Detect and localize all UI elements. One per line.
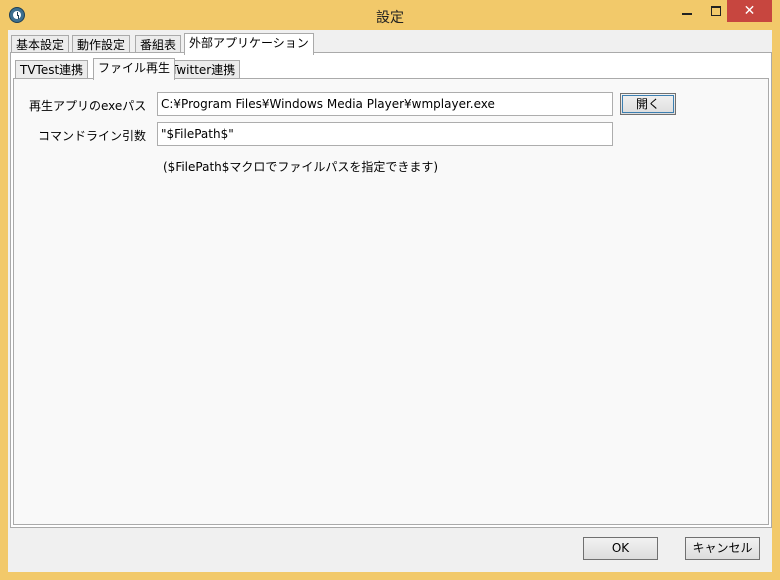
- minimize-icon: [682, 13, 692, 15]
- subtab-tvtest[interactable]: TVTest連携: [15, 60, 89, 78]
- maximize-button[interactable]: [703, 0, 729, 22]
- exe-path-label: 再生アプリのexeパス: [29, 99, 147, 113]
- subtab-file-playback[interactable]: ファイル再生: [93, 58, 176, 80]
- ok-button[interactable]: OK: [583, 537, 658, 560]
- tab-external-apps[interactable]: 外部アプリケーション: [184, 33, 314, 55]
- maximize-icon: [711, 6, 721, 16]
- tab-behavior-settings[interactable]: 動作設定: [72, 35, 131, 53]
- external-apps-panel: TVTest連携 ファイル再生 Twitter連携 再生アプリのexeパス C:…: [10, 52, 772, 528]
- file-playback-panel: 再生アプリのexeパス C:¥Program Files¥Windows Med…: [13, 78, 769, 525]
- client-area: 基本設定 動作設定 番組表 外部アプリケーション TVTest連携 ファイル再生…: [8, 30, 772, 572]
- tab-basic-settings[interactable]: 基本設定: [11, 35, 70, 53]
- subtab-twitter[interactable]: Twitter連携: [166, 60, 241, 78]
- args-label: コマンドライン引数: [38, 129, 147, 143]
- args-input[interactable]: "$FilePath$": [157, 122, 613, 146]
- open-button[interactable]: 開く: [620, 93, 676, 115]
- title-bar: 設定 ✕: [0, 0, 780, 30]
- minimize-button[interactable]: [674, 0, 700, 22]
- close-icon: ✕: [743, 3, 756, 19]
- tab-program-guide[interactable]: 番組表: [135, 35, 182, 53]
- settings-window: 設定 ✕ 基本設定 動作設定 番組表 外部アプリケーション TVTest連携 フ…: [0, 0, 780, 580]
- window-title: 設定: [376, 10, 404, 26]
- macro-hint: ($FilePath$マクロでファイルパスを指定できます): [163, 160, 439, 174]
- close-button[interactable]: ✕: [727, 0, 772, 22]
- exe-path-input[interactable]: C:¥Program Files¥Windows Media Player¥wm…: [157, 92, 613, 116]
- cancel-button[interactable]: キャンセル: [685, 537, 760, 560]
